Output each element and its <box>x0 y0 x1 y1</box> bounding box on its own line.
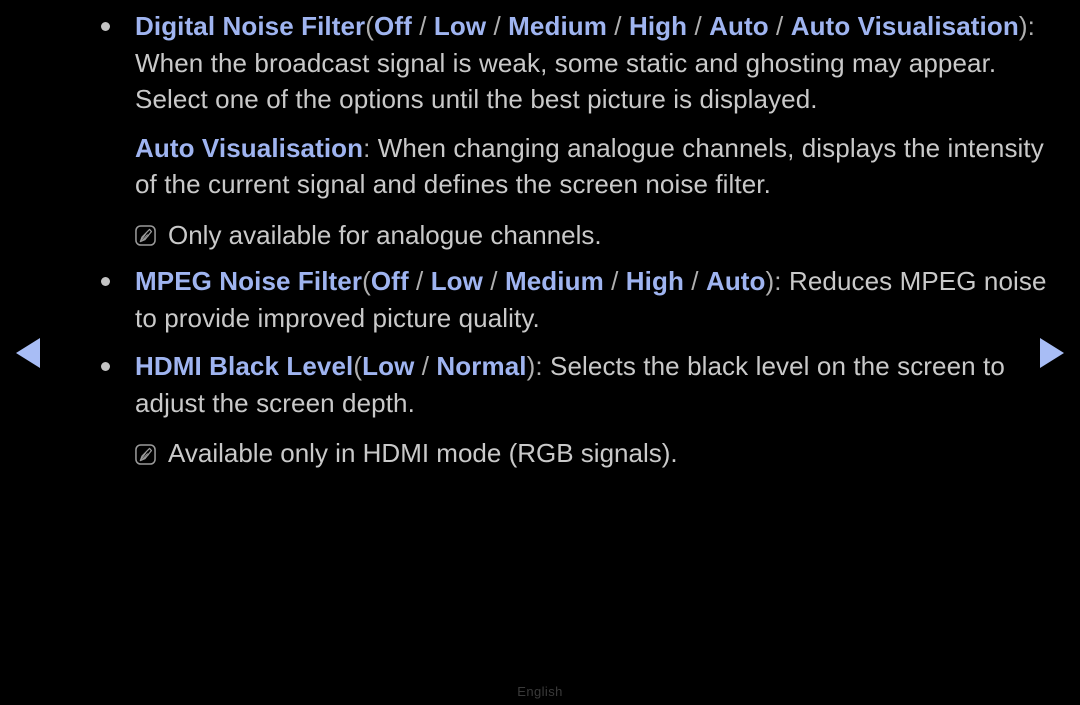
language-label: English <box>517 684 563 699</box>
section-mpeg-noise-filter: MPEG Noise Filter(Off / Low / Medium / H… <box>95 263 1046 336</box>
term-label: HDMI Black Level <box>135 351 354 381</box>
section-heading: Digital Noise Filter(Off / Low / Medium … <box>135 8 1040 45</box>
manual-content: Digital Noise Filter(Off / Low / Medium … <box>95 8 1046 472</box>
option-off: Off <box>370 266 409 296</box>
option-high: High <box>628 11 688 41</box>
option-separator: / <box>486 11 509 41</box>
option-low: Low <box>362 351 415 381</box>
section-heading: Auto Visualisation: When changing analog… <box>135 130 1044 167</box>
note-text: Available only in HDMI mode (RGB signals… <box>168 438 678 468</box>
section-heading: MPEG Noise Filter(Off / Low / Medium / H… <box>135 263 1046 300</box>
section-body-line: to provide improved picture quality. <box>135 302 540 333</box>
section-heading: HDMI Black Level(Low / Normal): Selects … <box>135 348 1040 385</box>
option-separator: / <box>408 266 431 296</box>
section-trailing-body: Selects the black level on the screen to <box>542 351 1005 381</box>
bullet-icon <box>101 362 110 371</box>
option-low: Low <box>433 11 487 41</box>
option-auto-visualisation: Auto Visualisation <box>790 11 1019 41</box>
option-auto: Auto <box>709 11 769 41</box>
option-separator: / <box>683 266 706 296</box>
option-separator: / <box>768 11 791 41</box>
option-separator: / <box>482 266 505 296</box>
note-analogue-channels: Only available for analogue channels. <box>95 217 1040 254</box>
section-body-line: When changing analogue channels, display… <box>370 132 1044 163</box>
option-auto: Auto <box>705 266 766 296</box>
bullet-icon <box>101 22 110 31</box>
note-pen-icon <box>135 225 156 247</box>
section-body-line: of the current signal and defines the sc… <box>135 169 771 199</box>
section-digital-noise-filter: Digital Noise Filter(Off / Low / Medium … <box>95 8 1040 118</box>
option-medium: Medium <box>508 11 607 41</box>
paren-close: ): <box>765 266 782 296</box>
paren-close: ): <box>1018 11 1035 41</box>
option-separator: / <box>603 266 626 296</box>
section-body-line: When the broadcast signal is weak, some … <box>135 47 997 78</box>
note-pen-icon <box>135 443 156 465</box>
previous-page-arrow[interactable] <box>16 338 40 368</box>
option-medium: Medium <box>504 266 604 296</box>
bullet-icon <box>101 277 110 286</box>
paren-open: ( <box>362 266 371 296</box>
note-hdmi-mode: Available only in HDMI mode (RGB signals… <box>95 435 1040 472</box>
term-label: MPEG Noise Filter <box>135 266 363 296</box>
term-label: Auto Visualisation <box>135 132 364 163</box>
section-auto-visualisation: Auto Visualisation: When changing analog… <box>95 130 1044 203</box>
paren-close: ): <box>526 351 543 381</box>
option-low: Low <box>430 266 483 296</box>
term-label: Digital Noise Filter <box>135 11 366 41</box>
section-body-line: adjust the screen depth. <box>135 387 415 418</box>
section-hdmi-black-level: HDMI Black Level(Low / Normal): Selects … <box>95 348 1040 421</box>
section-trailing-body: Reduces MPEG noise <box>781 266 1047 296</box>
next-page-arrow[interactable] <box>1040 338 1064 368</box>
option-normal: Normal <box>436 351 527 381</box>
option-high: High <box>625 266 684 296</box>
note-text: Only available for analogue channels. <box>168 219 602 250</box>
option-separator: / <box>687 11 710 41</box>
paren-open: ( <box>353 351 363 381</box>
option-off: Off <box>374 11 412 41</box>
section-body-line: Select one of the options until the best… <box>135 84 818 114</box>
paren-open: ( <box>365 11 375 41</box>
option-separator: / <box>411 11 434 41</box>
option-separator: / <box>606 11 629 41</box>
option-separator: / <box>414 351 437 381</box>
